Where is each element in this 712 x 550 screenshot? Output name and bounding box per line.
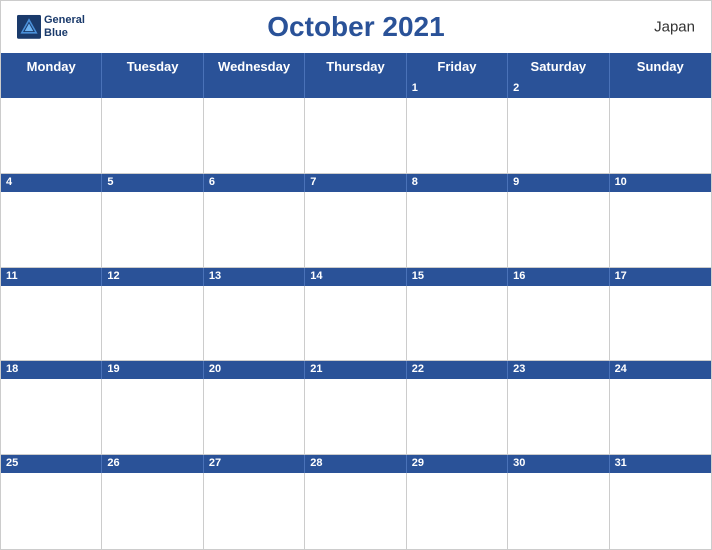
week-2-header: 4 5 6 7 8 9 10: [1, 174, 711, 192]
day-header-tuesday: Tuesday: [102, 53, 203, 80]
table-row: [508, 192, 609, 267]
calendar-body: 1 2 4 5 6 7 8 9 10: [1, 80, 711, 549]
week-1-header: 1 2: [1, 80, 711, 98]
table-row: [204, 286, 305, 361]
table-row: [102, 473, 203, 549]
week-5: 25 26 27 28 29 30 31: [1, 455, 711, 549]
table-row: [1, 379, 102, 454]
table-row: [610, 192, 711, 267]
table-row: [1, 473, 102, 549]
table-row: [102, 98, 203, 173]
table-row: [610, 98, 711, 173]
day-header-friday: Friday: [407, 53, 508, 80]
calendar: General Blue October 2021 Japan Monday T…: [0, 0, 712, 550]
week-5-cells: [1, 473, 711, 549]
table-row: [407, 98, 508, 173]
table-row: [305, 98, 406, 173]
table-row: [508, 473, 609, 549]
week-1-cells: [1, 98, 711, 174]
week-2: 4 5 6 7 8 9 10: [1, 174, 711, 268]
table-row: [102, 192, 203, 267]
calendar-header: General Blue October 2021 Japan: [1, 1, 711, 53]
week-3-cells: [1, 286, 711, 362]
table-row: [407, 473, 508, 549]
day-header-wednesday: Wednesday: [204, 53, 305, 80]
table-row: [1, 98, 102, 173]
logo: General Blue: [17, 14, 85, 40]
logo-icon: [17, 15, 41, 39]
day-header-sunday: Sunday: [610, 53, 711, 80]
table-row: [102, 286, 203, 361]
day-header-monday: Monday: [1, 53, 102, 80]
table-row: [407, 286, 508, 361]
country-label: Japan: [654, 19, 695, 36]
week-3: 11 12 13 14 15 16 17: [1, 268, 711, 362]
day-header-thursday: Thursday: [305, 53, 406, 80]
table-row: [508, 379, 609, 454]
table-row: [610, 379, 711, 454]
week-4: 18 19 20 21 22 23 24: [1, 361, 711, 455]
table-row: [305, 286, 406, 361]
table-row: [204, 473, 305, 549]
logo-text: General Blue: [44, 14, 85, 40]
table-row: [204, 192, 305, 267]
table-row: [305, 473, 406, 549]
table-row: [1, 192, 102, 267]
week-3-header: 11 12 13 14 15 16 17: [1, 268, 711, 286]
week-1: 1 2: [1, 80, 711, 174]
table-row: [508, 98, 609, 173]
days-header: Monday Tuesday Wednesday Thursday Friday…: [1, 53, 711, 80]
week-4-cells: [1, 379, 711, 455]
calendar-title: October 2021: [267, 11, 444, 43]
table-row: [1, 286, 102, 361]
table-row: [102, 379, 203, 454]
table-row: [610, 286, 711, 361]
table-row: [407, 379, 508, 454]
table-row: [407, 192, 508, 267]
table-row: [508, 286, 609, 361]
table-row: [610, 473, 711, 549]
week-4-header: 18 19 20 21 22 23 24: [1, 361, 711, 379]
table-row: [204, 379, 305, 454]
table-row: [305, 379, 406, 454]
table-row: [305, 192, 406, 267]
table-row: [204, 98, 305, 173]
week-2-cells: [1, 192, 711, 268]
day-header-saturday: Saturday: [508, 53, 609, 80]
week-5-header: 25 26 27 28 29 30 31: [1, 455, 711, 473]
